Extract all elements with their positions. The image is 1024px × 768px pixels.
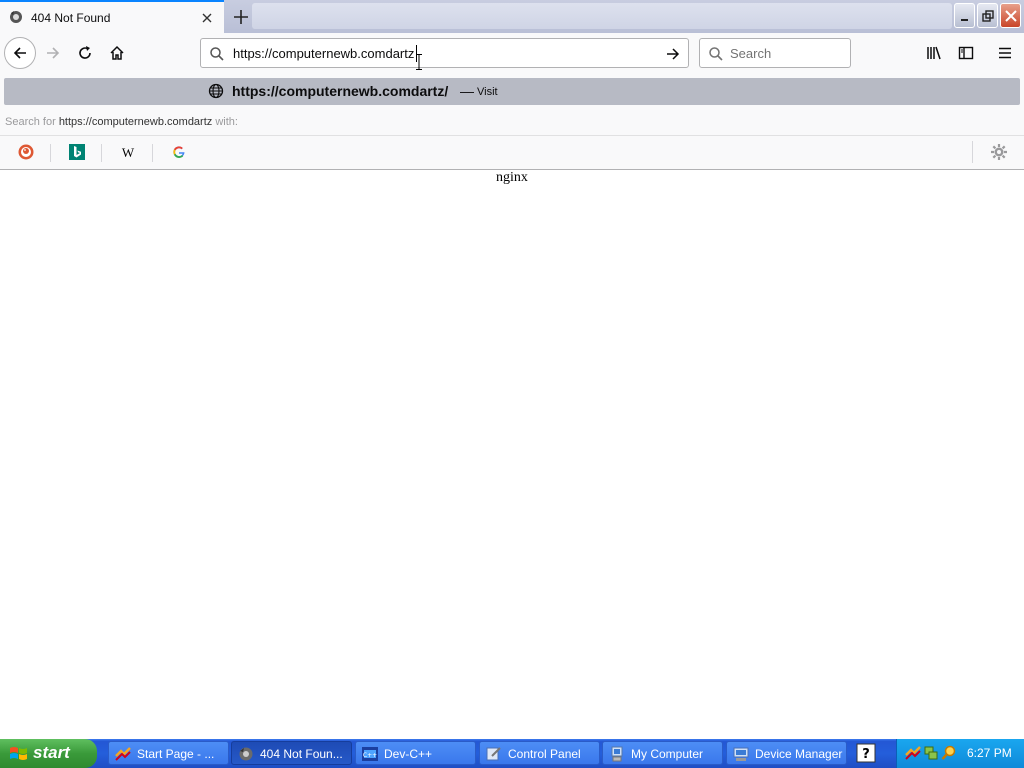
gear-icon[interactable] bbox=[989, 142, 1009, 162]
network-tray-icon[interactable] bbox=[923, 745, 939, 761]
taskbar-item-label: 404 Not Foun... bbox=[260, 747, 343, 761]
devcpp-icon: C++ bbox=[362, 746, 378, 762]
taskbar-item-my-computer[interactable]: My Computer bbox=[602, 741, 723, 765]
hamburger-menu-button[interactable] bbox=[989, 37, 1021, 69]
taskbar-item-label: Start Page - ... bbox=[137, 747, 215, 761]
restore-button[interactable] bbox=[977, 3, 998, 28]
close-window-button[interactable] bbox=[1000, 3, 1021, 28]
firefox-favicon-icon bbox=[8, 9, 24, 25]
engine-separator bbox=[152, 144, 153, 162]
back-button[interactable] bbox=[4, 37, 36, 69]
control-panel-icon bbox=[486, 746, 502, 762]
library-button[interactable] bbox=[918, 37, 950, 69]
devcpp-tray-icon[interactable] bbox=[905, 745, 921, 761]
system-tray: 6:27 PM bbox=[896, 739, 1024, 768]
one-off-search-engines: W bbox=[0, 135, 1024, 169]
search-tray-icon[interactable] bbox=[941, 745, 957, 761]
suggestion-url: https://computernewb.comdartz/ bbox=[232, 83, 449, 99]
search-for-prefix: Search for bbox=[5, 116, 56, 128]
taskbar-item-404-not-found[interactable]: 404 Not Foun... bbox=[231, 741, 352, 765]
search-box[interactable] bbox=[699, 38, 851, 68]
page-content: nginx bbox=[0, 170, 1024, 739]
svg-text:C++: C++ bbox=[363, 752, 377, 759]
engine-separator bbox=[972, 141, 973, 163]
tab-strip: 404 Not Found bbox=[0, 0, 1024, 33]
suggestion-separator: — bbox=[460, 83, 474, 99]
device-manager-icon bbox=[733, 746, 749, 762]
navigation-toolbar: https://computernewb.comdartz bbox=[0, 33, 1024, 73]
home-button[interactable] bbox=[101, 37, 133, 69]
duckduckgo-icon[interactable] bbox=[16, 142, 36, 162]
search-for-suffix: with: bbox=[215, 116, 238, 128]
search-for-label: Search for https://computernewb.comdartz… bbox=[5, 116, 238, 128]
windows-flag-icon bbox=[9, 745, 29, 766]
go-arrow-icon[interactable] bbox=[665, 46, 681, 65]
start-button[interactable]: start bbox=[0, 739, 97, 768]
visit-suggestion-row[interactable]: https://computernewb.comdartz/ — Visit bbox=[4, 78, 1020, 105]
close-tab-icon[interactable] bbox=[199, 10, 215, 26]
address-bar[interactable]: https://computernewb.comdartz bbox=[200, 38, 689, 68]
taskbar-item-label: My Computer bbox=[631, 747, 704, 761]
mouse-cursor-ibeam bbox=[416, 54, 422, 70]
globe-icon bbox=[208, 83, 224, 102]
taskbar-item-label: Control Panel bbox=[508, 747, 581, 761]
start-label: start bbox=[33, 743, 70, 762]
reload-button[interactable] bbox=[69, 37, 101, 69]
tab-404-not-found[interactable]: 404 Not Found bbox=[0, 0, 224, 33]
taskbar-item-dev-cpp[interactable]: C++ Dev-C++ bbox=[355, 741, 476, 765]
taskbar-item-control-panel[interactable]: Control Panel bbox=[479, 741, 600, 765]
server-signature: nginx bbox=[496, 170, 528, 185]
bing-icon[interactable] bbox=[67, 142, 87, 162]
taskbar-item-start-page[interactable]: Start Page - ... bbox=[108, 741, 229, 765]
url-autocomplete-popup: https://computernewb.comdartz/ — Visit S… bbox=[0, 73, 1024, 170]
minimize-button[interactable] bbox=[954, 3, 975, 28]
help-icon[interactable]: ? bbox=[856, 743, 876, 763]
address-bar-text: https://computernewb.comdartz bbox=[233, 46, 415, 61]
clock: 6:27 PM bbox=[967, 746, 1012, 760]
taskbar-item-label: Dev-C++ bbox=[384, 747, 433, 761]
google-icon[interactable] bbox=[169, 142, 189, 162]
search-icon bbox=[708, 46, 724, 65]
wikipedia-icon[interactable]: W bbox=[118, 142, 138, 162]
window-controls bbox=[954, 3, 1022, 29]
taskbar: start Start Page - ... 404 Not Foun... C… bbox=[0, 739, 1024, 768]
search-input[interactable] bbox=[730, 45, 845, 62]
tab-title: 404 Not Found bbox=[31, 11, 111, 25]
svg-text:W: W bbox=[122, 145, 135, 160]
devcpp-icon bbox=[115, 746, 131, 762]
sidebar-button[interactable] bbox=[950, 37, 982, 69]
engine-separator bbox=[101, 144, 102, 162]
suggestion-action: Visit bbox=[477, 86, 498, 98]
my-computer-icon bbox=[609, 746, 625, 762]
svg-text:?: ? bbox=[862, 747, 870, 762]
search-icon bbox=[209, 46, 225, 65]
forward-button[interactable] bbox=[37, 37, 69, 69]
taskbar-item-device-manager[interactable]: Device Manager bbox=[726, 741, 847, 765]
search-for-query: https://computernewb.comdartz bbox=[58, 116, 213, 128]
new-tab-button[interactable] bbox=[230, 6, 252, 28]
firefox-icon bbox=[238, 746, 254, 762]
engine-separator bbox=[50, 144, 51, 162]
tab-strip-empty-area bbox=[252, 3, 952, 29]
taskbar-item-label: Device Manager bbox=[755, 747, 843, 761]
